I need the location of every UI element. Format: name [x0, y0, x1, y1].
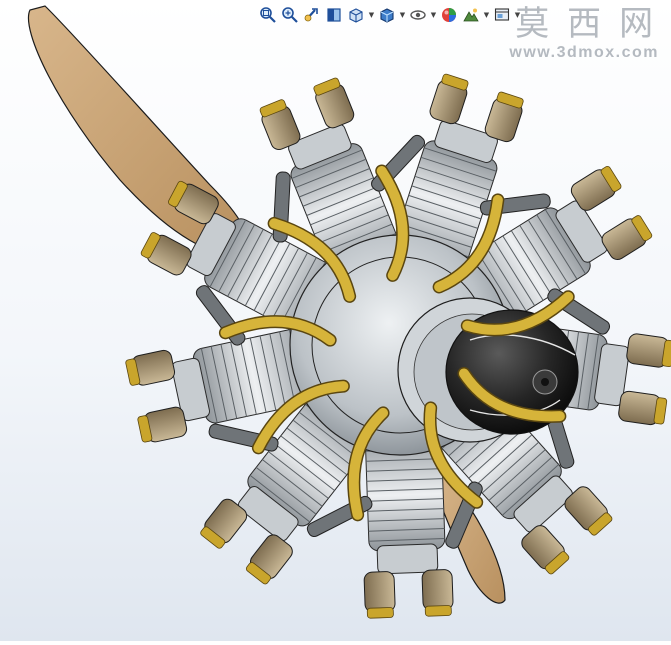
heads-up-view-toolbar: ▼ ▼ ▼ ▼ ▼ [258, 3, 521, 27]
view-orientation-dropdown[interactable]: ▼ [368, 4, 375, 26]
hide-show-items-icon [410, 10, 426, 20]
section-view-icon [327, 8, 341, 22]
view-orientation-button[interactable] [346, 4, 366, 26]
prop-shaft-center [541, 378, 549, 386]
view-orientation-icon [349, 8, 363, 23]
radial-engine-model[interactable] [0, 0, 671, 641]
display-style-dropdown[interactable]: ▼ [399, 4, 406, 26]
zoom-to-area-icon [282, 7, 298, 23]
previous-view-icon [304, 8, 318, 22]
previous-view-button[interactable] [302, 4, 322, 26]
view-settings-button[interactable] [492, 4, 512, 26]
apply-scene-dropdown[interactable]: ▼ [483, 4, 490, 26]
display-style-icon [380, 8, 394, 23]
zoom-to-fit-icon [260, 7, 276, 23]
edit-appearance-icon [442, 8, 456, 22]
section-view-button[interactable] [324, 4, 344, 26]
graphics-viewport[interactable] [0, 0, 671, 641]
zoom-to-fit-button[interactable] [258, 4, 278, 26]
view-settings-icon [494, 8, 510, 21]
zoom-to-area-button[interactable] [280, 4, 300, 26]
hide-show-items-dropdown[interactable]: ▼ [430, 4, 437, 26]
hide-show-items-button[interactable] [408, 4, 428, 26]
apply-scene-icon [463, 8, 479, 22]
display-style-button[interactable] [377, 4, 397, 26]
apply-scene-button[interactable] [461, 4, 481, 26]
view-settings-dropdown[interactable]: ▼ [514, 4, 521, 26]
edit-appearance-button[interactable] [439, 4, 459, 26]
